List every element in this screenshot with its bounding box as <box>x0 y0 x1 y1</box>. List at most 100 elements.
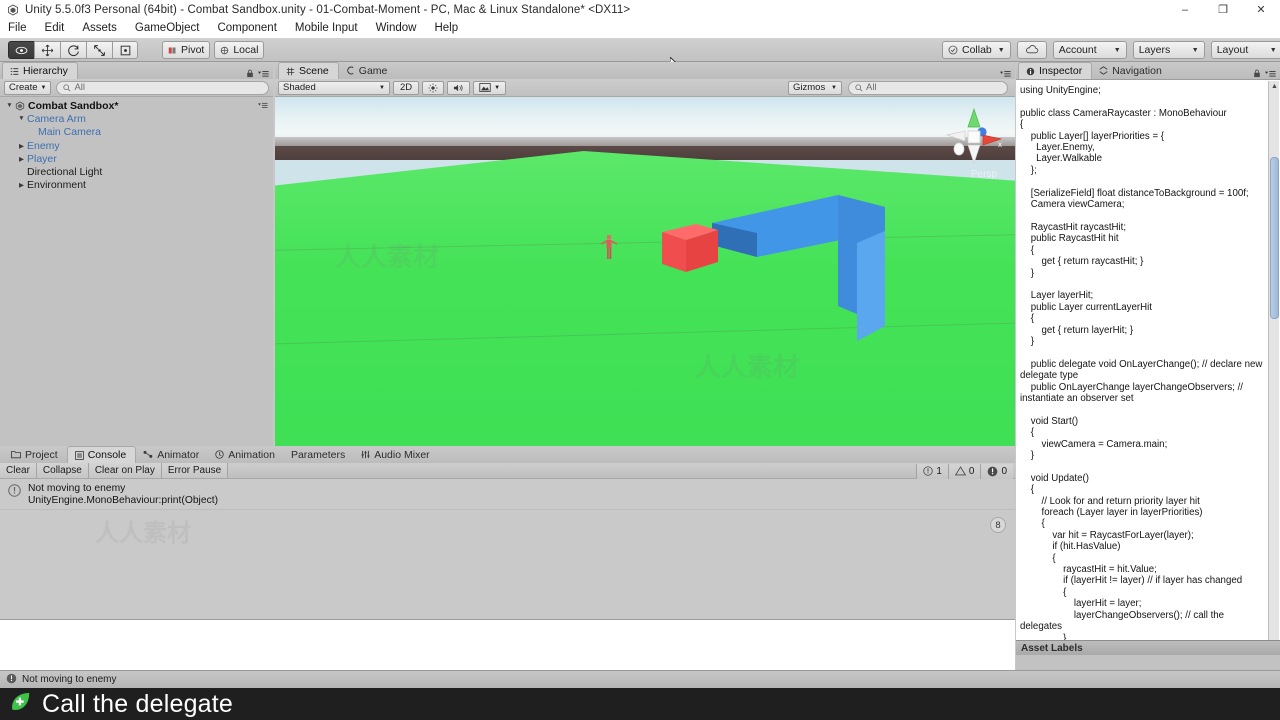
tab-console[interactable]: Console <box>66 446 137 463</box>
error-icon <box>988 466 998 476</box>
console-log-list[interactable]: Not moving to enemy UnityEngine.MonoBeha… <box>0 479 1015 619</box>
console-log-line1: Not moving to enemy <box>28 483 126 494</box>
hierarchy-icon <box>10 67 19 75</box>
tab-parameters[interactable]: Parameters <box>284 446 354 463</box>
chevron-down-icon[interactable]: ▼ <box>16 115 27 122</box>
scene-panel: Scene Game Shaded ▼ 2D ▼ Gizmos ▼ All x … <box>275 62 1015 446</box>
collapse-button[interactable]: Collapse <box>36 463 89 478</box>
scene-viewport[interactable]: x Persp 人人素材 人人素材 <box>275 97 1015 446</box>
menu-item-help[interactable]: Help <box>425 19 467 38</box>
gizmos-label: Gizmos <box>793 82 826 93</box>
collapse-count-badge: 8 <box>990 517 1006 533</box>
watermark: 人人素材 <box>95 520 191 547</box>
hierarchy-item-directional-light[interactable]: Directional Light <box>0 165 273 178</box>
tab-animation[interactable]: Animation <box>208 446 284 463</box>
move-tool-button[interactable] <box>34 41 60 59</box>
cloud-icon <box>1025 45 1038 54</box>
asset-labels-header[interactable]: Asset Labels <box>1016 640 1280 655</box>
chevron-down-icon[interactable]: ▼ <box>4 102 15 109</box>
scene-tabstrip: Scene Game <box>275 62 1015 79</box>
collab-button[interactable]: Collab ▼ <box>942 41 1011 59</box>
hierarchy-item-player[interactable]: ▶ Player <box>0 152 273 165</box>
toggle-2d-button[interactable]: 2D <box>393 80 420 95</box>
account-label: Account <box>1058 44 1097 56</box>
rect-tool-button[interactable] <box>112 41 138 59</box>
inspector-scroll-thumb[interactable] <box>1270 157 1279 319</box>
layout-dropdown[interactable]: Layout ▼ <box>1210 41 1280 59</box>
hierarchy-item-label: Player <box>27 152 57 165</box>
layers-dropdown[interactable]: Layers ▼ <box>1132 41 1205 59</box>
tab-game[interactable]: Game <box>339 62 397 79</box>
close-button[interactable]: ✕ <box>1242 0 1280 19</box>
warning-count[interactable]: 0 <box>947 463 981 479</box>
error-pause-button[interactable]: Error Pause <box>161 463 229 478</box>
caption-text: Call the delegate <box>42 689 234 718</box>
scroll-up-icon[interactable]: ▲ <box>1270 82 1279 91</box>
rotate-tool-button[interactable] <box>60 41 86 59</box>
create-dropdown[interactable]: Create ▼ <box>4 80 52 95</box>
maximize-button[interactable]: ❐ <box>1204 0 1242 19</box>
hierarchy-item-main-camera[interactable]: Main Camera <box>0 126 273 139</box>
hierarchy-item-label: Environment <box>27 179 86 192</box>
pivot-label: Pivot <box>181 44 205 56</box>
chevron-down-icon: ▼ <box>1269 46 1277 54</box>
tab-scene[interactable]: Scene <box>278 62 339 79</box>
hierarchy-item-environment[interactable]: ▶ Environment <box>0 179 273 192</box>
scene-grid-icon <box>286 67 295 75</box>
info-count[interactable]: 1 <box>916 463 948 479</box>
space-toggle[interactable]: Local <box>214 41 265 59</box>
clear-on-play-button[interactable]: Clear on Play <box>88 463 162 478</box>
minimize-button[interactable]: – <box>1166 0 1204 19</box>
chevron-right-icon[interactable]: ▶ <box>16 155 27 163</box>
panel-menu-icon[interactable] <box>258 65 269 83</box>
menu-item-mobile-input[interactable]: Mobile Input <box>286 19 367 38</box>
hierarchy-scene-root[interactable]: ▼ Combat Sandbox* <box>0 99 273 112</box>
status-bar[interactable]: Not moving to enemy <box>0 670 1280 688</box>
scene-lighting-toggle[interactable] <box>422 80 445 95</box>
scale-tool-button[interactable] <box>86 41 112 59</box>
tab-hierarchy[interactable]: Hierarchy <box>2 62 78 79</box>
shading-mode-dropdown[interactable]: Shaded ▼ <box>278 80 390 95</box>
menu-item-file[interactable]: File <box>0 19 36 38</box>
account-dropdown[interactable]: Account ▼ <box>1052 41 1127 59</box>
inspector-scrollbar[interactable]: ▲ ▼ <box>1268 81 1279 655</box>
pivot-toggle[interactable]: Pivot <box>162 41 211 59</box>
hierarchy-item-camera-arm[interactable]: ▼ Camera Arm <box>0 112 273 125</box>
menu-item-edit[interactable]: Edit <box>36 19 74 38</box>
scene-orientation-gizmo[interactable]: x <box>943 105 1005 167</box>
hand-tool-button[interactable] <box>8 41 34 59</box>
menu-item-window[interactable]: Window <box>367 19 426 38</box>
chevron-right-icon[interactable]: ▶ <box>16 142 27 150</box>
console-log-entry[interactable]: Not moving to enemy UnityEngine.MonoBeha… <box>0 479 1015 510</box>
image-icon <box>479 83 491 92</box>
transform-tools-group <box>8 41 138 59</box>
menu-item-gameobject[interactable]: GameObject <box>126 19 209 38</box>
folder-icon <box>11 451 21 459</box>
clear-button[interactable]: Clear <box>0 463 37 478</box>
tab-animator[interactable]: Animator <box>136 446 208 463</box>
menu-item-component[interactable]: Component <box>208 19 285 38</box>
layers-label: Layers <box>1138 44 1171 56</box>
scene-effects-toggle[interactable]: ▼ <box>473 80 507 95</box>
inspector-body: using UnityEngine; public class CameraRa… <box>1016 79 1280 655</box>
scene-audio-toggle[interactable] <box>447 80 471 95</box>
create-label: Create <box>9 82 38 93</box>
panel-menu-icon[interactable] <box>1000 65 1011 83</box>
scene-search-placeholder: All <box>866 82 877 93</box>
gizmos-dropdown[interactable]: Gizmos ▼ <box>788 80 842 95</box>
cloud-button[interactable] <box>1016 41 1047 59</box>
scene-menu-icon[interactable] <box>258 100 268 112</box>
chevron-right-icon[interactable]: ▶ <box>16 181 27 189</box>
local-space-icon <box>221 46 229 54</box>
scene-search-input[interactable]: All <box>848 80 1008 95</box>
tab-inspector[interactable]: Inspector <box>1018 62 1093 79</box>
hierarchy-search-input[interactable]: All <box>56 80 269 95</box>
hierarchy-item-enemy[interactable]: ▶ Enemy <box>0 139 273 152</box>
lock-icon[interactable] <box>246 65 254 83</box>
tab-audio-mixer[interactable]: Audio Mixer <box>354 446 438 463</box>
error-count[interactable]: 0 <box>980 463 1013 479</box>
tab-project[interactable]: Project <box>4 446 67 463</box>
tab-navigation[interactable]: Navigation <box>1092 62 1171 79</box>
leaf-icon <box>9 690 32 718</box>
menu-item-assets[interactable]: Assets <box>73 19 126 38</box>
